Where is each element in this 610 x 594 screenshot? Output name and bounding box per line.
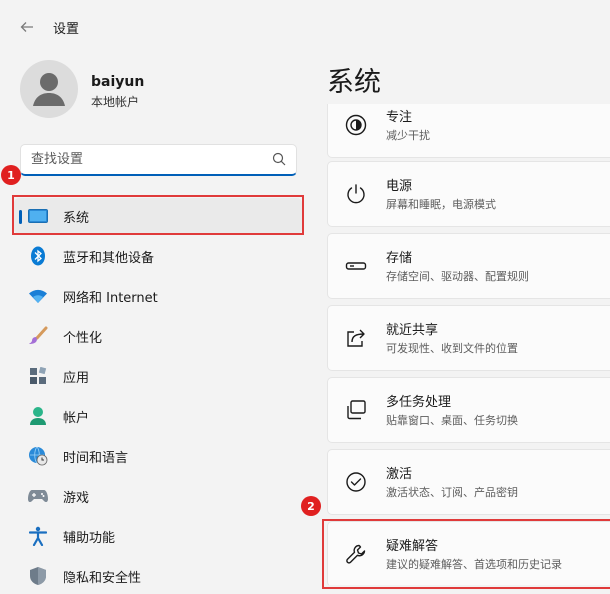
annotation-badge-1: 1 — [1, 165, 21, 185]
power-icon — [347, 184, 365, 204]
person-icon — [28, 406, 48, 426]
brush-icon — [28, 326, 48, 346]
shield-icon — [28, 566, 48, 586]
sidebar-item-privacy[interactable]: 隐私和安全性 — [14, 558, 302, 594]
sidebar-item-accounts[interactable]: 帐户 — [14, 398, 302, 434]
annotation-highlight-troubleshoot — [322, 519, 610, 589]
search-box[interactable] — [20, 144, 297, 176]
bluetooth-icon — [28, 246, 48, 266]
focus-icon — [345, 114, 367, 136]
sidebar-item-time-language[interactable]: 时间和语言 — [14, 438, 302, 474]
accessibility-icon — [28, 526, 48, 546]
card-activation[interactable]: 激活 激活状态、订阅、产品密钥 — [327, 449, 610, 515]
card-subtitle: 贴靠窗口、桌面、任务切换 — [386, 414, 518, 427]
card-title: 存储 — [386, 251, 413, 266]
page-title: 系统 — [327, 67, 381, 98]
sidebar-item-label: 蓝牙和其他设备 — [63, 250, 155, 266]
title-bar: 设置 — [0, 0, 610, 54]
card-nearby-sharing[interactable]: 就近共享 可发现性、收到文件的位置 — [327, 305, 610, 371]
sidebar-item-gaming[interactable]: 游戏 — [14, 478, 302, 514]
share-icon — [347, 329, 365, 347]
search-input[interactable] — [29, 151, 263, 168]
account-type: 本地帐户 — [91, 95, 140, 109]
apps-icon — [28, 366, 48, 386]
sidebar-item-label: 应用 — [63, 370, 90, 386]
sidebar-item-label: 隐私和安全性 — [63, 570, 142, 586]
sidebar-item-label: 辅助功能 — [63, 530, 116, 546]
annotation-badge-2: 2 — [301, 496, 321, 516]
card-subtitle: 存储空间、驱动器、配置规则 — [386, 270, 529, 283]
sidebar-item-label: 网络和 Internet — [63, 290, 158, 306]
multitasking-icon — [347, 400, 366, 420]
card-title: 就近共享 — [386, 323, 439, 338]
app-title: 设置 — [53, 22, 80, 37]
card-subtitle: 屏幕和睡眠，电源模式 — [386, 198, 496, 211]
sidebar-item-apps[interactable]: 应用 — [14, 358, 302, 394]
sidebar-item-label: 帐户 — [63, 410, 90, 426]
sidebar-item-label: 个性化 — [63, 330, 103, 346]
card-title: 多任务处理 — [386, 395, 452, 410]
card-subtitle: 可发现性、收到文件的位置 — [386, 342, 518, 355]
check-circle-icon — [346, 472, 366, 492]
back-button[interactable] — [14, 14, 40, 40]
card-storage[interactable]: 存储 存储空间、驱动器、配置规则 — [327, 233, 610, 299]
sidebar-item-accessibility[interactable]: 辅助功能 — [14, 518, 302, 554]
storage-icon — [345, 262, 367, 270]
card-focus[interactable]: 专注 减少干扰 — [327, 104, 610, 158]
search-icon[interactable] — [272, 152, 286, 166]
card-title: 专注 — [386, 110, 413, 125]
globe-clock-icon — [28, 446, 48, 466]
card-subtitle: 激活状态、订阅、产品密钥 — [386, 486, 518, 499]
user-name: baiyun — [91, 74, 145, 90]
settings-list: 专注 减少干扰 电源 屏幕和睡眠，电源模式 存储 存储空间、驱动器、配置规则 就… — [327, 104, 610, 585]
sidebar-item-label: 时间和语言 — [63, 450, 129, 466]
avatar[interactable] — [20, 60, 78, 118]
annotation-highlight-system — [12, 195, 304, 235]
card-multitasking[interactable]: 多任务处理 贴靠窗口、桌面、任务切换 — [327, 377, 610, 443]
sidebar-item-personalization[interactable]: 个性化 — [14, 318, 302, 354]
sidebar-item-label: 游戏 — [63, 490, 90, 506]
sidebar-item-bluetooth[interactable]: 蓝牙和其他设备 — [14, 238, 302, 274]
card-subtitle: 减少干扰 — [386, 129, 430, 142]
sidebar: baiyun 本地帐户 系统 蓝牙和其他设备 网络和 Internet 个性化 — [0, 54, 318, 586]
controller-icon — [28, 486, 48, 506]
user-avatar-icon — [33, 73, 65, 106]
card-title: 电源 — [386, 179, 413, 194]
card-title: 激活 — [386, 467, 413, 482]
wifi-icon — [28, 286, 48, 306]
sidebar-item-network[interactable]: 网络和 Internet — [14, 278, 302, 314]
card-power[interactable]: 电源 屏幕和睡眠，电源模式 — [327, 161, 610, 227]
back-arrow-icon — [20, 22, 33, 32]
